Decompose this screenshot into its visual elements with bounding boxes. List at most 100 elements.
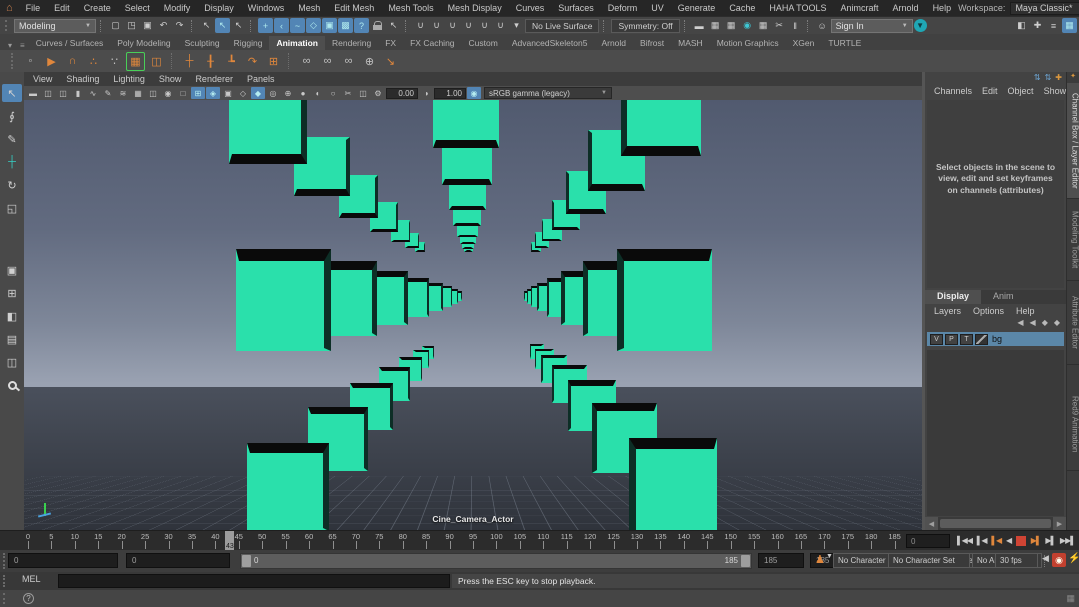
playback-end-field[interactable]: 185 — [758, 553, 804, 568]
vp-bookmark-icon[interactable]: ▮ — [71, 87, 85, 99]
menu-generate[interactable]: Generate — [671, 3, 723, 13]
no-live-surface-field[interactable]: No Live Surface — [525, 19, 599, 33]
animation-start-field[interactable]: 0 — [8, 553, 118, 568]
cb-hyperbolic-icon[interactable]: ⇅ — [1045, 73, 1052, 83]
shelf-grid-tool-icon[interactable]: ▦ — [126, 52, 145, 71]
channel-box-menu-object[interactable]: Object — [1005, 86, 1037, 96]
file-save-icon[interactable]: ▣ — [140, 18, 155, 33]
le-move-down-icon[interactable]: ◀ — [1017, 318, 1023, 331]
shelf-tab-turtle[interactable]: TURTLE — [821, 36, 868, 50]
character-controls-icon[interactable]: ✚ — [1030, 18, 1045, 33]
range-end-handle[interactable] — [741, 555, 750, 567]
modeling-toolkit-toggle-icon[interactable]: ◧ — [1014, 18, 1029, 33]
side-strip-pin-icon[interactable]: ✦ — [1070, 72, 1076, 83]
rings2-icon[interactable]: ∪ — [493, 18, 508, 33]
range-start-handle[interactable] — [242, 555, 251, 567]
go-to-end-button[interactable]: ▶▶▌ — [1059, 533, 1076, 549]
shelf-options-icon[interactable]: ≡ — [16, 41, 29, 50]
render-settings-icon[interactable]: ▦ — [756, 18, 771, 33]
zoom-tool[interactable] — [2, 376, 22, 394]
layout-two-pane-stacked[interactable]: ▤ — [2, 330, 22, 348]
menu-windows[interactable]: Windows — [241, 3, 292, 13]
snap-projected-icon[interactable]: ◇ — [306, 18, 321, 33]
shelf-tab-fx[interactable]: FX — [378, 36, 403, 50]
side-tab-attribute-editor[interactable]: Attribute Editor — [1067, 281, 1079, 365]
snap-surface-icon[interactable]: ▩ — [338, 18, 353, 33]
symmetry-field[interactable]: Symmetry: Off — [611, 19, 679, 33]
vp-motion-blur-icon[interactable]: ○ — [326, 87, 340, 99]
vp-oscillate-icon[interactable]: ≋ — [116, 87, 130, 99]
channel-box-toggle-icon[interactable]: ≡ — [1046, 18, 1061, 33]
resize-grip-icon[interactable]: ▦ — [1066, 593, 1075, 604]
layout-four-pane[interactable]: ⊞ — [2, 284, 22, 302]
viewport-menu-panels[interactable]: Panels — [240, 74, 282, 84]
vp-gate-mask-icon[interactable]: □ — [176, 87, 190, 99]
layer-editor-menu-options[interactable]: Options — [968, 306, 1009, 316]
current-frame-field[interactable]: 0 — [906, 534, 950, 548]
select-object-icon[interactable]: ↖ — [215, 18, 230, 33]
viewport-menu-show[interactable]: Show — [152, 74, 189, 84]
menu-display[interactable]: Display — [197, 3, 241, 13]
layout-two-pane-side[interactable]: ◧ — [2, 307, 22, 325]
viewport-menu-view[interactable]: View — [26, 74, 59, 84]
attribute-editor-toggle-icon[interactable]: ▦ — [1062, 18, 1077, 33]
animcraft-badge-icon[interactable]: ◉ — [1052, 553, 1066, 567]
vp-resolution-gate-icon[interactable]: ◉ — [161, 87, 175, 99]
menu-modify[interactable]: Modify — [157, 3, 198, 13]
snap-plane-icon[interactable]: ▣ — [322, 18, 337, 33]
colorspace-dropdown[interactable]: sRGB gamma (legacy)▼ — [484, 87, 612, 99]
vp-xray-icon[interactable]: ◫ — [356, 87, 370, 99]
select-hierarchy-icon[interactable]: ↖ — [199, 18, 214, 33]
command-line-grip[interactable] — [3, 575, 8, 588]
pause-icon[interactable]: ‖ — [788, 18, 803, 33]
snap-grid-icon[interactable]: + — [258, 18, 273, 33]
shelf-slider-icon[interactable]: ◫ — [147, 52, 166, 71]
fps-dropdown[interactable]: 30 fps — [995, 553, 1038, 568]
step-back-frame-button[interactable]: ▌◀ — [976, 533, 988, 549]
shelf-link-1-icon[interactable]: ∞ — [297, 52, 316, 71]
layer-editor-menu-layers[interactable]: Layers — [929, 306, 966, 316]
time-ruler[interactable]: 0510152025303540455055606570758085909510… — [12, 531, 904, 550]
menu-mesh-display[interactable]: Mesh Display — [441, 3, 509, 13]
home-icon[interactable]: ⌂ — [6, 2, 13, 14]
help-icon[interactable]: ? — [23, 593, 34, 604]
snap-curve-icon[interactable]: ‹ — [274, 18, 289, 33]
exposure-field[interactable]: 0.00 — [386, 88, 418, 99]
channel-box-menu-edit[interactable]: Edit — [979, 86, 1001, 96]
scroll-right-icon[interactable]: ▶ — [1053, 517, 1066, 530]
side-tab-channel-box-layer-editor[interactable]: Channel Box / Layer Editor — [1067, 83, 1079, 199]
menu-mesh[interactable]: Mesh — [291, 3, 327, 13]
vp-grid-icon[interactable]: ▦ — [131, 87, 145, 99]
step-forward-key-button[interactable]: ▶▌ — [1030, 533, 1042, 549]
lasso-tool[interactable]: ∮ — [2, 107, 22, 125]
layout-single-pane[interactable]: ▣ — [2, 261, 22, 279]
shelf-link-3-icon[interactable]: ∞ — [339, 52, 358, 71]
play-backwards-button[interactable]: ◀ — [1005, 533, 1012, 549]
help-line-grip[interactable] — [3, 593, 8, 605]
le-layer-from-selected-icon[interactable]: ◆ — [1054, 318, 1060, 331]
shelf-link-2-icon[interactable]: ∞ — [318, 52, 337, 71]
vp-shadows-icon[interactable]: ● — [296, 87, 310, 99]
layer-editor-tab-display[interactable]: Display — [925, 290, 981, 304]
menu-file[interactable]: File — [19, 3, 48, 13]
menu-select[interactable]: Select — [118, 3, 157, 13]
shelf-aim-icon[interactable]: ↘ — [381, 52, 400, 71]
mel-label[interactable]: MEL — [22, 574, 41, 584]
vp-wireframe-icon[interactable]: ◇ — [236, 87, 250, 99]
sign-in-dropdown[interactable]: Sign In▼ — [831, 19, 913, 33]
viewport-canvas[interactable]: Cine_Camera_Actor — [24, 100, 922, 530]
shelf-tab-animation[interactable]: Animation — [269, 36, 325, 50]
shelf-frame-icon[interactable]: ⊞ — [264, 52, 283, 71]
paint-select-tool[interactable]: ✎ — [2, 130, 22, 148]
menu-surfaces[interactable]: Surfaces — [551, 3, 601, 13]
gamma-field[interactable]: 1.00 — [434, 88, 466, 99]
range-slider-track[interactable]: 0 185 — [240, 553, 752, 569]
shelf-tab-advancedskeleton5[interactable]: AdvancedSkeleton5 — [505, 36, 595, 50]
vp-colorspace-icon[interactable]: ◉ — [467, 87, 481, 99]
channel-box-menu-channels[interactable]: Channels — [931, 86, 975, 96]
cb-pin-icon[interactable]: ✚ — [1055, 73, 1062, 83]
menu-edit-mesh[interactable]: Edit Mesh — [327, 3, 381, 13]
live-surface-arrow-icon[interactable]: ▾ — [509, 18, 524, 33]
menu-help[interactable]: Help — [926, 3, 959, 13]
shelf-grip[interactable] — [11, 53, 16, 68]
